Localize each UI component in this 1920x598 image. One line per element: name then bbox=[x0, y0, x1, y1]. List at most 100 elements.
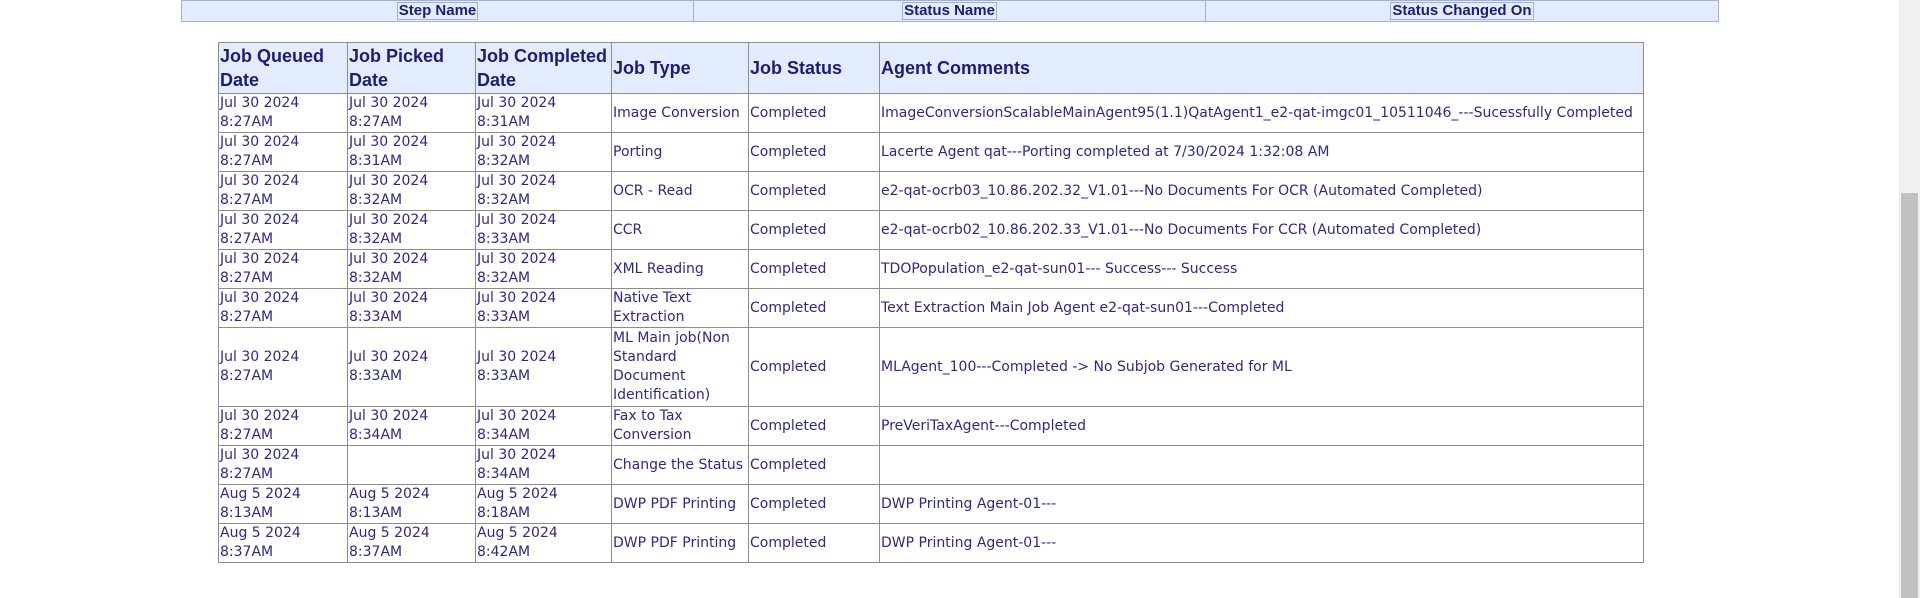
job-status-cell: Completed bbox=[748, 484, 880, 524]
job-type-cell: ML Main job(Non Standard Document Identi… bbox=[611, 327, 749, 407]
date-part: Jul 30 2024 bbox=[220, 251, 300, 267]
time-part: 8:37AM bbox=[349, 544, 403, 560]
date-part: Aug 5 2024 bbox=[349, 525, 430, 541]
time-part: 8:27AM bbox=[220, 466, 274, 482]
time-part: 8:13AM bbox=[220, 505, 274, 521]
table-row: Jul 30 2024 8:27AM Jul 30 2024 8:32AM Jul … bbox=[218, 249, 1644, 289]
agent-comments-cell: Text Extraction Main Job Agent e2-qat-su… bbox=[879, 288, 1644, 328]
job-type-cell: Native Text Extraction bbox=[611, 288, 749, 328]
step-name-column-header: Step Name bbox=[181, 0, 694, 22]
table-row: Jul 30 2024 8:27AM Jul 30 2024 8:33AM Jul … bbox=[218, 288, 1644, 328]
date-part: Jul 30 2024 bbox=[349, 290, 429, 306]
table-row: Jul 30 2024 8:27AM Jul 30 2024 8:34AM Chan… bbox=[218, 445, 1644, 485]
time-part: 8:27AM bbox=[349, 114, 403, 130]
date-part: Jul 30 2024 bbox=[220, 95, 300, 111]
job-type-cell: Change the Status bbox=[611, 445, 749, 485]
time-part: 8:32AM bbox=[349, 192, 403, 208]
job-type-cell: Fax to Tax Conversion bbox=[611, 406, 749, 446]
table-row: Jul 30 2024 8:27AM Jul 30 2024 8:34AM Jul … bbox=[218, 406, 1644, 446]
step-name-label: Step Name bbox=[396, 2, 479, 20]
status-changed-on-column-header: Status Changed On bbox=[1205, 0, 1719, 22]
job-status-cell: Completed bbox=[748, 210, 880, 250]
job-queued-date-cell: Jul 30 2024 8:27AM bbox=[218, 288, 348, 328]
job-picked-date-cell: Jul 30 2024 8:34AM bbox=[347, 406, 476, 446]
time-part: 8:27AM bbox=[220, 427, 274, 443]
job-completed-date-cell: Jul 30 2024 8:32AM bbox=[475, 132, 612, 172]
job-picked-date-cell: Jul 30 2024 8:32AM bbox=[347, 249, 476, 289]
job-completed-date-cell: Jul 30 2024 8:33AM bbox=[475, 288, 612, 328]
job-completed-date-cell: Jul 30 2024 8:33AM bbox=[475, 327, 612, 407]
job-type-cell: CCR bbox=[611, 210, 749, 250]
date-part: Jul 30 2024 bbox=[220, 173, 300, 189]
date-part: Jul 30 2024 bbox=[349, 349, 429, 365]
job-queued-date-cell: Aug 5 2024 8:37AM bbox=[218, 523, 348, 563]
status-changed-on-label: Status Changed On bbox=[1390, 2, 1534, 20]
job-completed-date-cell: Jul 30 2024 8:32AM bbox=[475, 171, 612, 211]
time-part: 8:32AM bbox=[477, 153, 531, 169]
job-completed-date-cell: Aug 5 2024 8:18AM bbox=[475, 484, 612, 524]
date-part: Jul 30 2024 bbox=[349, 95, 429, 111]
time-part: 8:33AM bbox=[477, 368, 531, 384]
agent-comments-cell: TDOPopulation_e2-qat-sun01--- Success---… bbox=[879, 249, 1644, 289]
date-part: Jul 30 2024 bbox=[477, 173, 557, 189]
job-queued-date-cell: Jul 30 2024 8:27AM bbox=[218, 210, 348, 250]
job-type-cell: DWP PDF Printing bbox=[611, 523, 749, 563]
job-status-cell: Completed bbox=[748, 93, 880, 133]
status-name-label: Status Name bbox=[902, 2, 997, 20]
time-part: 8:34AM bbox=[477, 427, 531, 443]
agent-comments-cell: e2-qat-ocrb03_10.86.202.32_V1.01---No Do… bbox=[879, 171, 1644, 211]
agent-comments-cell: PreVeriTaxAgent---Completed bbox=[879, 406, 1644, 446]
job-picked-date-cell: Jul 30 2024 8:32AM bbox=[347, 171, 476, 211]
job-queued-date-cell: Jul 30 2024 8:27AM bbox=[218, 93, 348, 133]
time-part: 8:27AM bbox=[220, 309, 274, 325]
agent-comments-cell bbox=[879, 445, 1644, 485]
time-part: 8:27AM bbox=[220, 153, 274, 169]
time-part: 8:32AM bbox=[477, 270, 531, 286]
job-queued-date-cell: Aug 5 2024 8:13AM bbox=[218, 484, 348, 524]
time-part: 8:31AM bbox=[477, 114, 531, 130]
date-part: Jul 30 2024 bbox=[220, 408, 300, 424]
date-part: Jul 30 2024 bbox=[349, 408, 429, 424]
job-picked-date-cell: Jul 30 2024 8:32AM bbox=[347, 210, 476, 250]
job-queued-date-header: Job Queued Date bbox=[218, 42, 348, 94]
time-part: 8:34AM bbox=[477, 466, 531, 482]
job-picked-date-header: Job Picked Date bbox=[347, 42, 476, 94]
job-completed-date-cell: Jul 30 2024 8:31AM bbox=[475, 93, 612, 133]
job-picked-date-cell: Aug 5 2024 8:13AM bbox=[347, 484, 476, 524]
table-row: Jul 30 2024 8:27AM Jul 30 2024 8:33AM Jul … bbox=[218, 327, 1644, 407]
job-type-header: Job Type bbox=[611, 42, 749, 94]
job-type-cell: XML Reading bbox=[611, 249, 749, 289]
job-status-cell: Completed bbox=[748, 445, 880, 485]
status-name-column-header: Status Name bbox=[693, 0, 1206, 22]
table-row: Jul 30 2024 8:27AM Jul 30 2024 8:32AM Jul … bbox=[218, 171, 1644, 211]
time-part: 8:34AM bbox=[349, 427, 403, 443]
job-queued-date-cell: Jul 30 2024 8:27AM bbox=[218, 445, 348, 485]
date-part: Aug 5 2024 bbox=[477, 525, 558, 541]
job-status-cell: Completed bbox=[748, 406, 880, 446]
time-part: 8:33AM bbox=[477, 309, 531, 325]
date-part: Jul 30 2024 bbox=[477, 349, 557, 365]
table-row: Aug 5 2024 8:13AM Aug 5 2024 8:13AM Aug 5 … bbox=[218, 484, 1644, 524]
agent-comments-cell: e2-qat-ocrb02_10.86.202.33_V1.01---No Do… bbox=[879, 210, 1644, 250]
table-row: Jul 30 2024 8:27AM Jul 30 2024 8:27AM Jul … bbox=[218, 93, 1644, 133]
job-type-cell: Porting bbox=[611, 132, 749, 172]
job-queued-date-cell: Jul 30 2024 8:27AM bbox=[218, 249, 348, 289]
job-queued-date-cell: Jul 30 2024 8:27AM bbox=[218, 406, 348, 446]
job-picked-date-cell bbox=[347, 445, 476, 485]
job-status-cell: Completed bbox=[748, 249, 880, 289]
job-picked-date-cell: Jul 30 2024 8:33AM bbox=[347, 327, 476, 407]
job-completed-date-cell: Jul 30 2024 8:34AM bbox=[475, 445, 612, 485]
time-part: 8:13AM bbox=[349, 505, 403, 521]
date-part: Jul 30 2024 bbox=[477, 447, 557, 463]
job-status-cell: Completed bbox=[748, 132, 880, 172]
job-completed-date-cell: Jul 30 2024 8:34AM bbox=[475, 406, 612, 446]
date-part: Aug 5 2024 bbox=[349, 486, 430, 502]
agent-comments-header: Agent Comments bbox=[879, 42, 1644, 94]
scrollbar-thumb[interactable] bbox=[1901, 193, 1918, 598]
time-part: 8:42AM bbox=[477, 544, 531, 560]
date-part: Aug 5 2024 bbox=[220, 486, 301, 502]
status-history-header: Step Name Status Name Status Changed On bbox=[181, 0, 1719, 22]
time-part: 8:32AM bbox=[349, 231, 403, 247]
job-type-cell: OCR - Read bbox=[611, 171, 749, 211]
date-part: Jul 30 2024 bbox=[477, 290, 557, 306]
